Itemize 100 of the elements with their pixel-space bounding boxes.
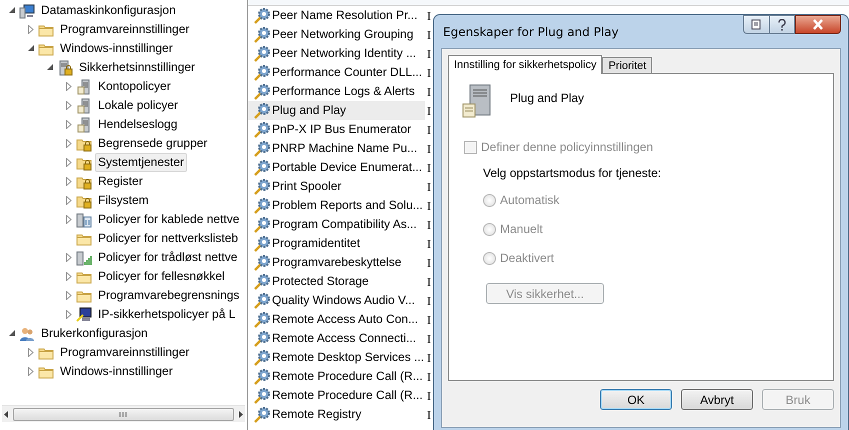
gear-icon — [254, 330, 270, 346]
service-name[interactable]: Remote Access Connecti... — [270, 329, 418, 348]
tab[interactable]: Innstilling for sikkerhetspolicy — [448, 55, 602, 74]
checkbox-label: Definer denne policyinnstillingen — [481, 139, 654, 156]
tree-item[interactable]: Windows-innstillinger — [57, 39, 176, 58]
radio-label: Deaktivert — [500, 250, 554, 267]
service-name[interactable]: Remote Desktop Services ... — [270, 348, 426, 367]
table-cell-text: I — [426, 406, 431, 424]
service-name[interactable]: Performance Counter DLL... — [270, 63, 424, 82]
table-cell-text: I — [426, 274, 431, 290]
dialog-button[interactable]: OK — [600, 389, 672, 410]
restore-icon[interactable] — [743, 15, 769, 34]
service-name[interactable]: Remote Procedure Call (R... — [270, 386, 425, 405]
tree-item[interactable]: Policyer for trådløst nettve — [95, 248, 240, 267]
table-cell-text: I — [426, 216, 431, 234]
table-cell-text: I — [426, 140, 431, 158]
scroll-right-icon[interactable] — [236, 410, 245, 418]
server-icon — [76, 116, 92, 132]
gear-icon — [254, 406, 270, 422]
tab[interactable]: Prioritet — [602, 57, 652, 73]
tree-item[interactable]: Sikkerhetsinnstillinger — [76, 58, 198, 77]
tree-item[interactable]: Begrensede grupper — [95, 134, 210, 153]
service-name: Plug and Play — [510, 90, 584, 107]
table-cell-text: I — [426, 292, 431, 310]
table-cell-text: I — [426, 254, 431, 272]
gear-icon — [254, 292, 270, 308]
tree-item[interactable]: Systemtjenester — [95, 153, 188, 172]
table-cell-text: I — [426, 122, 431, 138]
service-name[interactable]: Peer Networking Grouping — [270, 25, 416, 44]
table-cell-text: I — [426, 350, 431, 366]
tree-item[interactable]: IP-sikkerhetspolicyer på L — [95, 305, 238, 324]
tree-item[interactable]: Policyer for kablede nettve — [95, 210, 242, 229]
gear-icon — [254, 236, 270, 252]
tree-item[interactable]: Brukerkonfigurasjon — [38, 324, 151, 343]
gear-icon — [254, 8, 270, 24]
radio-label: Automatisk — [500, 192, 560, 209]
tree-item[interactable]: Programvarebegrensnings — [95, 286, 242, 305]
gear-icon — [254, 350, 270, 366]
gear-icon — [254, 26, 270, 42]
gear-icon — [254, 46, 270, 62]
service-name[interactable]: Problem Reports and Solu... — [270, 196, 425, 215]
table-cell-text: I — [426, 102, 431, 120]
gear-icon — [254, 160, 270, 176]
wireless-server-icon — [76, 250, 92, 266]
table-cell-text: I — [426, 26, 431, 44]
tree-item[interactable]: Register — [95, 172, 146, 191]
table-cell-text: I — [426, 198, 431, 214]
service-name[interactable]: Portable Device Enumerat... — [270, 158, 424, 177]
computer-icon — [19, 2, 35, 18]
service-name[interactable]: Remote Access Auto Con... — [270, 310, 420, 329]
gear-icon — [254, 254, 270, 270]
table-cell-text: I — [426, 388, 431, 404]
close-icon[interactable] — [795, 15, 841, 34]
service-name[interactable]: Remote Registry — [270, 405, 364, 424]
tree-item[interactable]: Programvareinnstillinger — [57, 20, 192, 39]
table-cell-text: I — [426, 8, 431, 24]
scrollbar-thumb[interactable] — [13, 408, 234, 420]
gear-icon — [254, 274, 270, 290]
service-name[interactable]: Print Spooler — [270, 177, 344, 196]
gear-icon — [254, 178, 270, 194]
scroll-left-icon[interactable] — [2, 410, 11, 418]
table-cell-text: I — [426, 64, 431, 82]
radio-label: Manuelt — [500, 221, 543, 238]
tree-item[interactable]: Filsystem — [95, 191, 152, 210]
service-name[interactable]: Peer Networking Identity ... — [270, 44, 418, 63]
service-name[interactable]: PnP-X IP Bus Enumerator — [270, 120, 414, 139]
tree-item[interactable]: Kontopolicyer — [95, 77, 174, 96]
tree-item[interactable]: Hendelseslogg — [95, 115, 180, 134]
table-cell-text: I — [426, 46, 431, 62]
tree-item[interactable]: Policyer for fellesnøkkel — [95, 267, 228, 286]
service-name[interactable]: Quality Windows Audio V... — [270, 291, 417, 310]
service-name[interactable]: Performance Logs & Alerts — [270, 82, 417, 101]
window-title: Egenskaper for Plug and Play — [442, 24, 619, 40]
section-label: Velg oppstartsmodus for tjeneste: — [483, 165, 662, 182]
service-name[interactable]: Protected Storage — [270, 272, 371, 291]
users-icon — [19, 326, 35, 342]
gear-icon — [254, 84, 270, 100]
table-cell-text: I — [426, 160, 431, 176]
service-name[interactable]: Program Compatibility As... — [270, 215, 419, 234]
gear-icon — [254, 368, 270, 384]
tree-item[interactable]: Datamaskinkonfigurasjon — [38, 1, 179, 20]
table-cell-text: I — [426, 312, 431, 328]
help-icon[interactable] — [769, 15, 795, 34]
gear-icon — [254, 388, 270, 404]
dialog-button[interactable]: Avbryt — [681, 389, 753, 410]
server-icon — [462, 84, 492, 118]
gear-icon — [254, 216, 270, 232]
service-name[interactable]: Programvarebeskyttelse — [270, 253, 404, 272]
service-name[interactable]: Programidentitet — [270, 234, 362, 253]
tree-item[interactable]: Lokale policyer — [95, 96, 182, 115]
secure-server-icon — [57, 60, 73, 76]
gear-icon — [254, 64, 270, 80]
table-cell-text: I — [426, 368, 431, 386]
service-name[interactable]: Peer Name Resolution Pr... — [270, 6, 420, 25]
service-name[interactable]: Remote Procedure Call (R... — [270, 367, 425, 386]
tree-item[interactable]: Windows-innstillinger — [57, 362, 176, 381]
server-icon — [76, 78, 92, 94]
service-name[interactable]: PNRP Machine Name Pu... — [270, 139, 420, 158]
tree-item[interactable]: Programvareinnstillinger — [57, 343, 192, 362]
tree-item[interactable]: Policyer for nettverkslisteb — [95, 229, 242, 248]
